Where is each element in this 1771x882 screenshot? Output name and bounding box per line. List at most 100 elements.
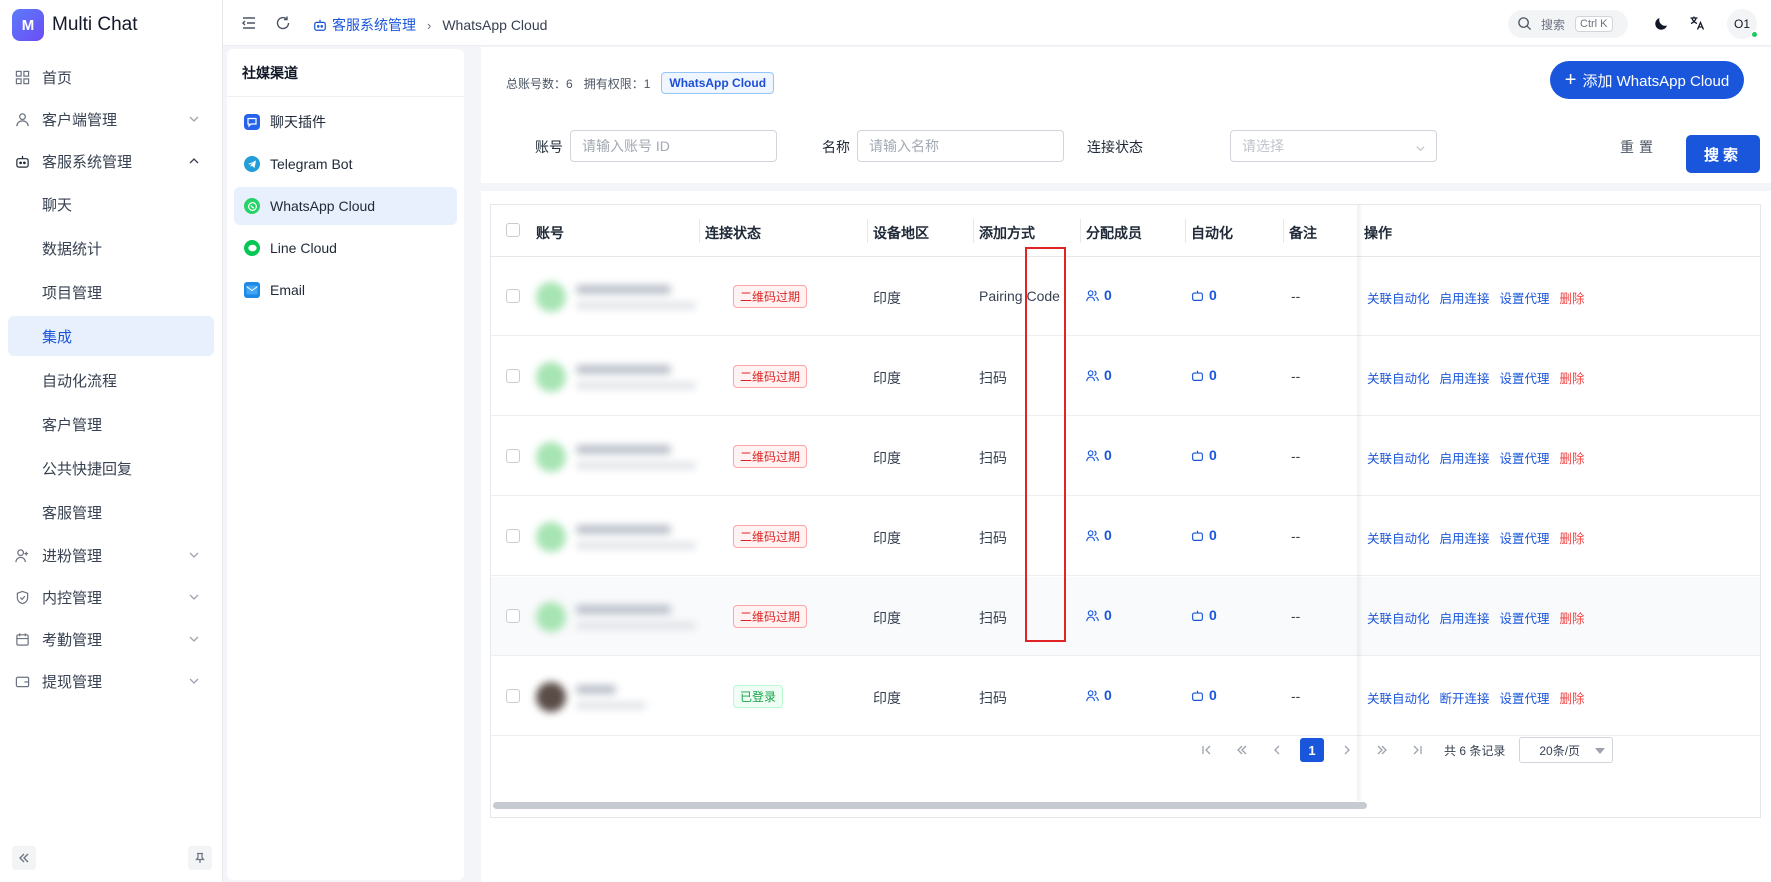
column-header-actions: 操作 <box>1364 225 1392 241</box>
delete-button[interactable]: 删除 <box>1560 528 1585 547</box>
horizontal-scrollbar[interactable] <box>491 801 1760 809</box>
permission-count-label: 拥有权限：1 <box>583 76 651 91</box>
link-automation-button[interactable]: 关联自动化 <box>1367 688 1430 707</box>
channel-item-telegram-bot[interactable]: Telegram Bot <box>234 145 457 183</box>
sidebar-item-client-management[interactable]: 客户端管理 <box>0 98 222 140</box>
row-checkbox[interactable] <box>506 689 520 703</box>
menu-toggle-button[interactable] <box>240 14 258 32</box>
sidebar-subitem-agents[interactable]: 客服管理 <box>0 490 222 534</box>
refresh-button[interactable] <box>274 14 292 32</box>
delete-button[interactable]: 删除 <box>1560 448 1585 467</box>
link-automation-button[interactable]: 关联自动化 <box>1367 368 1430 387</box>
delete-button[interactable]: 删除 <box>1560 608 1585 627</box>
sidebar-item-home[interactable]: 首页 <box>0 56 222 98</box>
members-link[interactable]: 0 <box>1086 687 1112 703</box>
prev-page-button[interactable] <box>1265 738 1289 762</box>
app-logo[interactable]: M Multi Chat <box>12 9 138 41</box>
set-proxy-button[interactable]: 设置代理 <box>1500 608 1550 627</box>
prev-5-pages-button[interactable] <box>1230 738 1254 762</box>
row-checkbox[interactable] <box>506 449 520 463</box>
caret-down-icon <box>1595 748 1606 754</box>
automation-link[interactable]: 0 <box>1191 687 1217 703</box>
name-input[interactable] <box>857 130 1064 162</box>
next-page-button[interactable] <box>1335 738 1359 762</box>
connection-toggle-button[interactable]: 启用连接 <box>1440 288 1490 307</box>
row-checkbox[interactable] <box>506 289 520 303</box>
search-button[interactable]: 搜索 <box>1686 135 1760 173</box>
delete-button[interactable]: 删除 <box>1560 368 1585 387</box>
set-proxy-button[interactable]: 设置代理 <box>1500 688 1550 707</box>
row-checkbox[interactable] <box>506 609 520 623</box>
sidebar-subitem-statistics[interactable]: 数据统计 <box>0 226 222 270</box>
connection-status-select[interactable]: 请选择 <box>1230 130 1437 162</box>
automation-link[interactable]: 0 <box>1191 447 1217 463</box>
global-search-input[interactable]: 搜索 Ctrl K <box>1508 10 1628 38</box>
pin-sidebar-button[interactable] <box>188 846 212 870</box>
connection-toggle-button[interactable]: 启用连接 <box>1440 608 1490 627</box>
add-whatsapp-cloud-button[interactable]: + 添加 WhatsApp Cloud <box>1550 61 1744 99</box>
menu-fold-icon <box>242 17 255 29</box>
collapse-sidebar-button[interactable] <box>12 846 36 870</box>
row-checkbox[interactable] <box>506 369 520 383</box>
channel-item-whatsapp-cloud[interactable]: WhatsApp Cloud <box>234 187 457 225</box>
sidebar-item-attendance[interactable]: 考勤管理 <box>0 618 222 660</box>
members-link[interactable]: 0 <box>1086 447 1112 463</box>
set-proxy-button[interactable]: 设置代理 <box>1500 288 1550 307</box>
link-automation-button[interactable]: 关联自动化 <box>1367 608 1430 627</box>
delete-button[interactable]: 删除 <box>1560 688 1585 707</box>
link-automation-button[interactable]: 关联自动化 <box>1367 448 1430 467</box>
set-proxy-button[interactable]: 设置代理 <box>1500 368 1550 387</box>
automation-link[interactable]: 0 <box>1191 527 1217 543</box>
sidebar-subitem-chat[interactable]: 聊天 <box>0 182 222 226</box>
dark-mode-toggle[interactable] <box>1653 14 1671 32</box>
next-5-pages-button[interactable] <box>1370 738 1394 762</box>
sidebar-item-cs-system[interactable]: 客服系统管理 <box>0 140 222 182</box>
automation-link[interactable]: 0 <box>1191 367 1217 383</box>
automation-link[interactable]: 0 <box>1191 607 1217 623</box>
language-switch-button[interactable] <box>1688 14 1706 32</box>
breadcrumb-parent-link[interactable]: 客服系统管理 <box>313 15 416 35</box>
account-id-input[interactable] <box>570 130 777 162</box>
scrollbar-thumb[interactable] <box>493 802 1367 809</box>
last-page-button[interactable] <box>1405 738 1429 762</box>
connection-toggle-button[interactable]: 启用连接 <box>1440 448 1490 467</box>
reset-button[interactable]: 重置 <box>1620 137 1658 157</box>
link-automation-button[interactable]: 关联自动化 <box>1367 528 1430 547</box>
refresh-icon <box>276 16 290 30</box>
connection-toggle-button[interactable]: 断开连接 <box>1440 688 1490 707</box>
members-link[interactable]: 0 <box>1086 367 1112 383</box>
page-size-select[interactable]: 20条/页 <box>1519 737 1614 763</box>
user-avatar[interactable]: O1 <box>1727 9 1758 39</box>
connection-toggle-button[interactable]: 启用连接 <box>1440 368 1490 387</box>
link-automation-button[interactable]: 关联自动化 <box>1367 288 1430 307</box>
automation-link[interactable]: 0 <box>1191 287 1217 303</box>
page-number-button[interactable]: 1 <box>1300 738 1324 762</box>
robot-icon <box>1191 529 1204 542</box>
set-proxy-button[interactable]: 设置代理 <box>1500 448 1550 467</box>
channel-item-chat-plugin[interactable]: 聊天插件 <box>234 103 457 141</box>
members-link[interactable]: 0 <box>1086 527 1112 543</box>
account-cell-blurred <box>536 430 696 484</box>
select-all-checkbox[interactable] <box>506 223 520 237</box>
sidebar-item-lead-management[interactable]: 进粉管理 <box>0 534 222 576</box>
robot-icon <box>1191 289 1204 302</box>
set-proxy-button[interactable]: 设置代理 <box>1500 528 1550 547</box>
connection-toggle-button[interactable]: 启用连接 <box>1440 528 1490 547</box>
column-header-status: 连接状态 <box>705 225 761 241</box>
channel-item-email[interactable]: Email <box>234 271 457 309</box>
app-name: Multi Chat <box>52 14 138 35</box>
members-link[interactable]: 0 <box>1086 287 1112 303</box>
sidebar-subitem-automation-flow[interactable]: 自动化流程 <box>0 358 222 402</box>
members-link[interactable]: 0 <box>1086 607 1112 623</box>
section-divider <box>481 183 1771 191</box>
sidebar-item-internal-control[interactable]: 内控管理 <box>0 576 222 618</box>
sidebar-subitem-projects[interactable]: 项目管理 <box>0 270 222 314</box>
row-checkbox[interactable] <box>506 529 520 543</box>
first-page-button[interactable] <box>1195 738 1219 762</box>
sidebar-subitem-customers[interactable]: 客户管理 <box>0 402 222 446</box>
sidebar-subitem-integration[interactable]: 集成 <box>8 316 214 356</box>
sidebar-item-withdrawal[interactable]: 提现管理 <box>0 660 222 702</box>
sidebar-subitem-quick-replies[interactable]: 公共快捷回复 <box>0 446 222 490</box>
channel-item-line-cloud[interactable]: Line Cloud <box>234 229 457 267</box>
delete-button[interactable]: 删除 <box>1560 288 1585 307</box>
